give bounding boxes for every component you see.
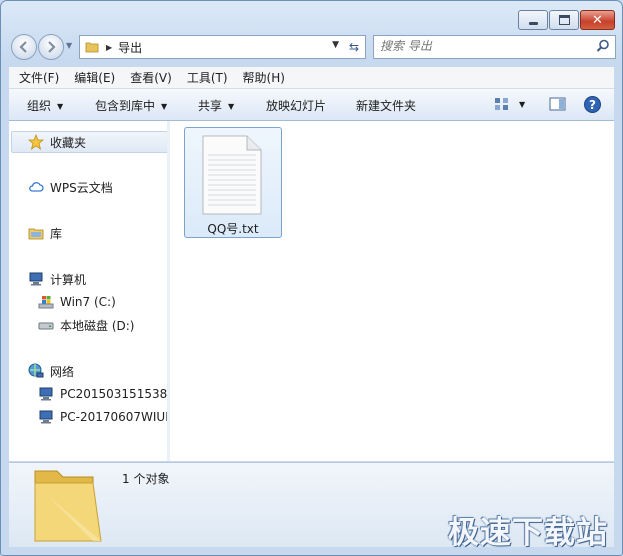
- chevron-down-icon: ▼: [57, 102, 64, 111]
- menu-view[interactable]: 查看(V): [120, 69, 177, 86]
- organize-button[interactable]: 组织 ▼: [27, 97, 63, 114]
- view-options-icon[interactable]: [494, 96, 510, 112]
- menu-file[interactable]: 文件(F): [9, 69, 64, 86]
- maximize-icon: [558, 15, 570, 25]
- nav-item-libraries[interactable]: 库: [28, 222, 62, 244]
- file-name: QQ号.txt: [207, 222, 259, 236]
- nav-item-computer[interactable]: 计算机: [28, 268, 86, 290]
- menu-help[interactable]: 帮助(H): [233, 69, 290, 86]
- computer-icon: [29, 272, 43, 286]
- close-button[interactable]: ✕: [580, 10, 615, 30]
- forward-button[interactable]: [38, 34, 64, 60]
- folder-icon: [85, 42, 99, 53]
- folder-icon: [34, 470, 102, 542]
- search-input[interactable]: [380, 38, 590, 54]
- network-computer-icon: [39, 410, 53, 424]
- library-icon: [28, 228, 44, 240]
- address-dropdown-icon[interactable]: ▼: [332, 40, 339, 50]
- preview-pane-icon[interactable]: [549, 96, 566, 112]
- chevron-down-icon: ▼: [228, 102, 235, 111]
- include-library-label: 包含到库中: [95, 99, 156, 113]
- nav-label-network: 网络: [50, 364, 75, 379]
- slideshow-label: 放映幻灯片: [266, 99, 327, 113]
- minimize-icon: [528, 21, 538, 25]
- help-icon[interactable]: ?: [584, 96, 601, 113]
- nav-label-computer: 计算机: [50, 272, 87, 287]
- slideshow-button[interactable]: 放映幻灯片: [266, 97, 326, 114]
- nav-item-favorites[interactable]: 收藏夹: [11, 131, 167, 153]
- menu-edit[interactable]: 编辑(E): [64, 69, 120, 86]
- close-icon: ✕: [592, 12, 603, 28]
- nav-item-wps-cloud[interactable]: WPS云文档: [28, 176, 113, 198]
- chevron-down-icon: ▼: [161, 102, 168, 111]
- new-folder-button[interactable]: 新建文件夹: [356, 97, 416, 114]
- refresh-button[interactable]: ⇆: [343, 35, 366, 59]
- cloud-icon: [29, 182, 44, 192]
- include-library-button[interactable]: 包含到库中 ▼: [95, 97, 167, 114]
- hard-drive-icon: [38, 322, 54, 330]
- breadcrumb-chevron-icon[interactable]: ▶: [106, 43, 112, 52]
- view-dropdown-icon[interactable]: ▼: [519, 100, 525, 109]
- share-button[interactable]: 共享 ▼: [198, 97, 234, 114]
- back-arrow-icon: [19, 41, 27, 53]
- item-count: 1 个对象: [122, 472, 170, 486]
- file-item[interactable]: QQ号.txt: [184, 127, 282, 238]
- nav-label-drive-d: 本地磁盘 (D:): [60, 318, 135, 333]
- nav-label-drive-c: Win7 (C:): [60, 295, 116, 309]
- back-button[interactable]: [11, 34, 37, 60]
- file-list[interactable]: QQ号.txt: [170, 121, 614, 461]
- nav-label-pc1: PC201503151538: [60, 387, 167, 401]
- breadcrumb-item[interactable]: 导出: [118, 39, 142, 56]
- nav-item-drive-c[interactable]: Win7 (C:): [38, 291, 116, 313]
- organize-label: 组织: [27, 99, 52, 113]
- menu-bar: 文件(F) 编辑(E) 查看(V) 工具(T) 帮助(H): [9, 67, 614, 89]
- svg-text:?: ?: [589, 98, 596, 112]
- text-file-icon: [202, 135, 262, 215]
- maximize-button[interactable]: [549, 10, 579, 30]
- nav-label-libraries: 库: [50, 226, 63, 241]
- nav-item-network[interactable]: 网络: [28, 360, 74, 382]
- new-folder-label: 新建文件夹: [356, 99, 417, 113]
- windows-drive-icon: [38, 296, 54, 309]
- nav-label-pc2: PC-20170607WIUN: [60, 410, 167, 424]
- nav-item-drive-d[interactable]: 本地磁盘 (D:): [38, 314, 134, 336]
- search-box[interactable]: [373, 35, 616, 59]
- nav-label-wps-cloud: WPS云文档: [50, 180, 113, 195]
- minimize-button[interactable]: [518, 10, 548, 30]
- share-label: 共享: [198, 99, 223, 113]
- nav-label-favorites: 收藏夹: [50, 135, 87, 150]
- nav-item-pc2[interactable]: PC-20170607WIUN: [38, 406, 167, 428]
- menu-tools[interactable]: 工具(T): [177, 69, 233, 86]
- address-bar[interactable]: ▶ 导出 ▼: [79, 35, 345, 59]
- command-bar: 组织 ▼ 包含到库中 ▼ 共享 ▼ 放映幻灯片 新建文件夹 ▼ ?: [9, 89, 614, 121]
- network-computer-icon: [39, 387, 53, 401]
- navigation-pane: 收藏夹 WPS云文档 库 计算机 Win7 (C:) 本地磁盘 (D:) 网络: [9, 121, 167, 461]
- star-icon: [28, 134, 44, 150]
- recent-pages-dropdown[interactable]: ▼: [66, 41, 76, 51]
- refresh-icon: ⇆: [348, 40, 360, 54]
- explorer-window: ✕ ▼ ▶ 导出 ▼ ⇆ 文件(F) 编辑(E) 查看(V) 工具(T) 帮助(…: [0, 0, 623, 556]
- search-icon[interactable]: [596, 39, 610, 53]
- network-icon: [28, 363, 44, 378]
- nav-item-pc1[interactable]: PC201503151538: [38, 383, 167, 405]
- site-watermark: 极速下载站: [448, 515, 608, 551]
- forward-arrow-icon: [48, 41, 56, 53]
